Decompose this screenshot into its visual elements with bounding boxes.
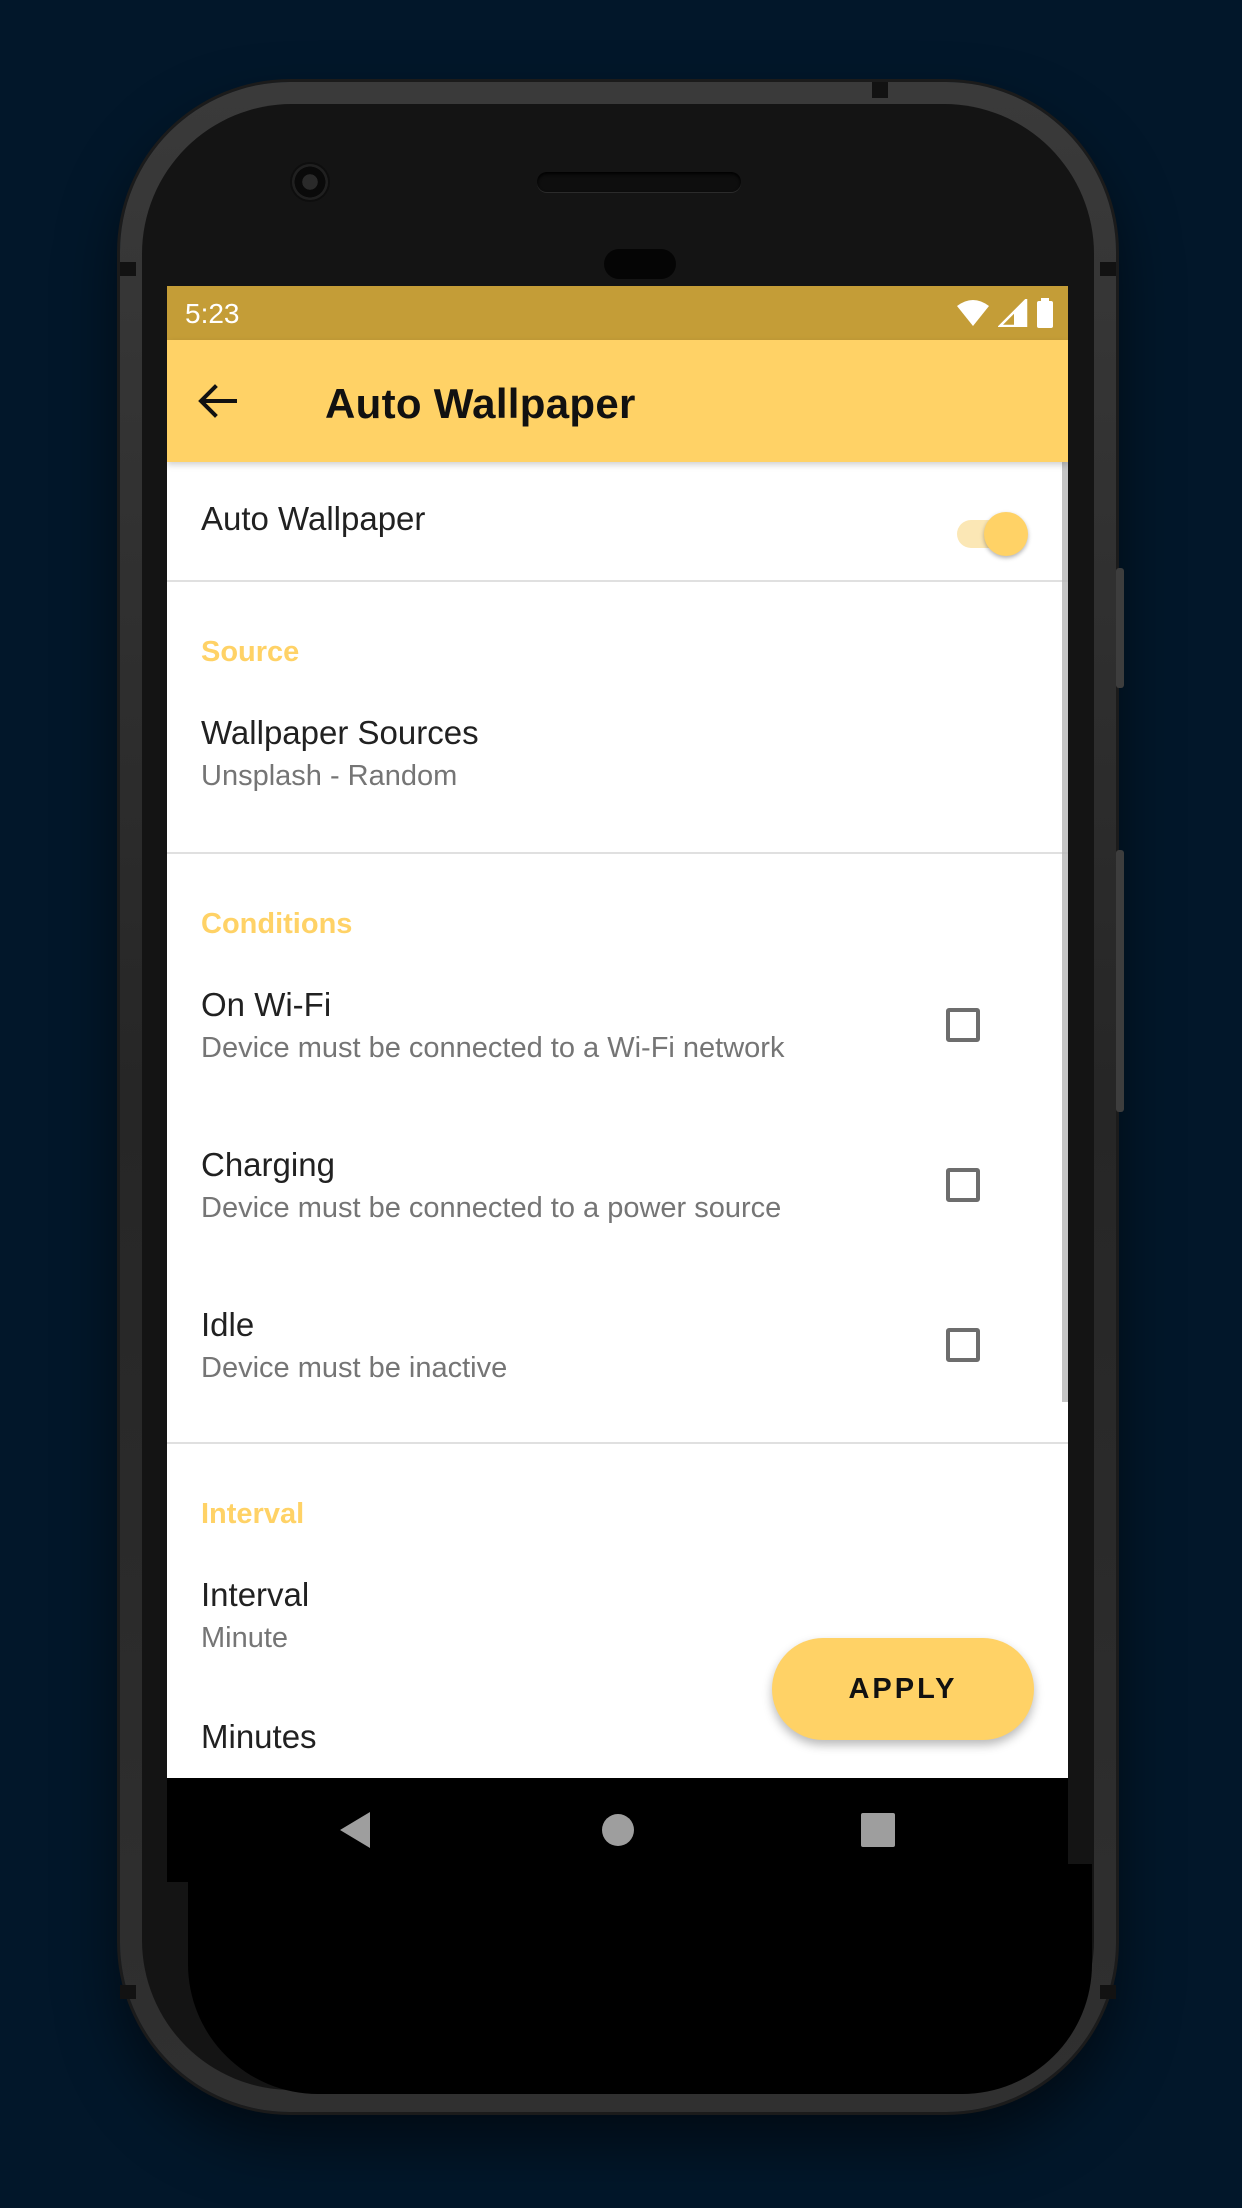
item-summary: Device must be connected to a power sour… [201,1192,782,1224]
item-title: Interval [201,1576,310,1613]
status-icons [956,298,1054,328]
nav-recents-icon [861,1813,895,1847]
antenna-line [120,262,136,276]
item-title: Minutes [201,1718,317,1755]
item-title: Idle [201,1306,255,1343]
item-title: Wallpaper Sources [201,714,479,751]
master-switch-label: Auto Wallpaper [201,500,426,537]
power-button [1116,568,1124,688]
apply-button[interactable]: APPLY [772,1638,1034,1740]
divider [167,580,1068,582]
section-header-source: Source [201,636,300,668]
list-item[interactable]: On Wi-Fi Device must be connected to a W… [167,948,1068,1108]
arrow-back-icon [198,384,237,418]
antenna-line [120,1985,136,1999]
charging-checkbox[interactable] [946,1168,980,1202]
divider [167,852,1068,854]
preferences-list: Auto Wallpaper Source Wallpaper Sources … [167,462,1068,1802]
item-summary: Device must be connected to a Wi-Fi netw… [201,1032,785,1064]
idle-checkbox[interactable] [946,1328,980,1362]
scrollbar[interactable] [1062,462,1068,1402]
wifi-checkbox[interactable] [946,1008,980,1042]
item-title: Charging [201,1146,335,1183]
list-item[interactable]: Wallpaper Sources Unsplash - Random [167,684,1068,834]
nav-home-button[interactable] [588,1800,648,1860]
antenna-line [1100,1985,1116,1999]
nav-recents-button[interactable] [848,1800,908,1860]
switch-thumb [984,512,1028,556]
battery-icon [1037,298,1053,328]
section-header-conditions: Conditions [201,908,353,940]
antenna-line [1100,262,1116,276]
master-switch-row[interactable]: Auto Wallpaper [167,462,1068,580]
nav-back-icon [340,1812,370,1848]
divider [167,1442,1068,1444]
phone-chin [188,1864,1092,2094]
status-bar: 5:23 [167,286,1068,340]
earpiece-speaker [537,172,741,192]
app-bar: Auto Wallpaper [167,340,1068,462]
section-header-interval: Interval [201,1498,305,1530]
nav-home-icon [602,1814,634,1846]
item-summary: Unsplash - Random [201,760,458,792]
antenna-line [872,82,888,98]
list-item[interactable]: Idle Device must be inactive [167,1268,1068,1428]
back-button[interactable] [187,371,247,431]
item-summary: Device must be inactive [201,1352,508,1384]
proximity-sensor [604,249,676,279]
navigation-bar [167,1778,1068,1882]
volume-button [1116,850,1124,1112]
signal-icon [998,299,1028,327]
page-title: Auto Wallpaper [325,380,636,427]
wifi-icon [957,300,989,326]
phone-screen: 5:23 Auto Wallpaper Auto Wallpaper Sourc… [167,286,1068,1882]
list-item[interactable]: Charging Device must be connected to a p… [167,1108,1068,1268]
status-time: 5:23 [185,298,240,329]
front-camera [292,164,328,200]
item-summary: Minute [201,1622,289,1654]
item-title: On Wi-Fi [201,986,332,1023]
nav-back-button[interactable] [325,1800,385,1860]
